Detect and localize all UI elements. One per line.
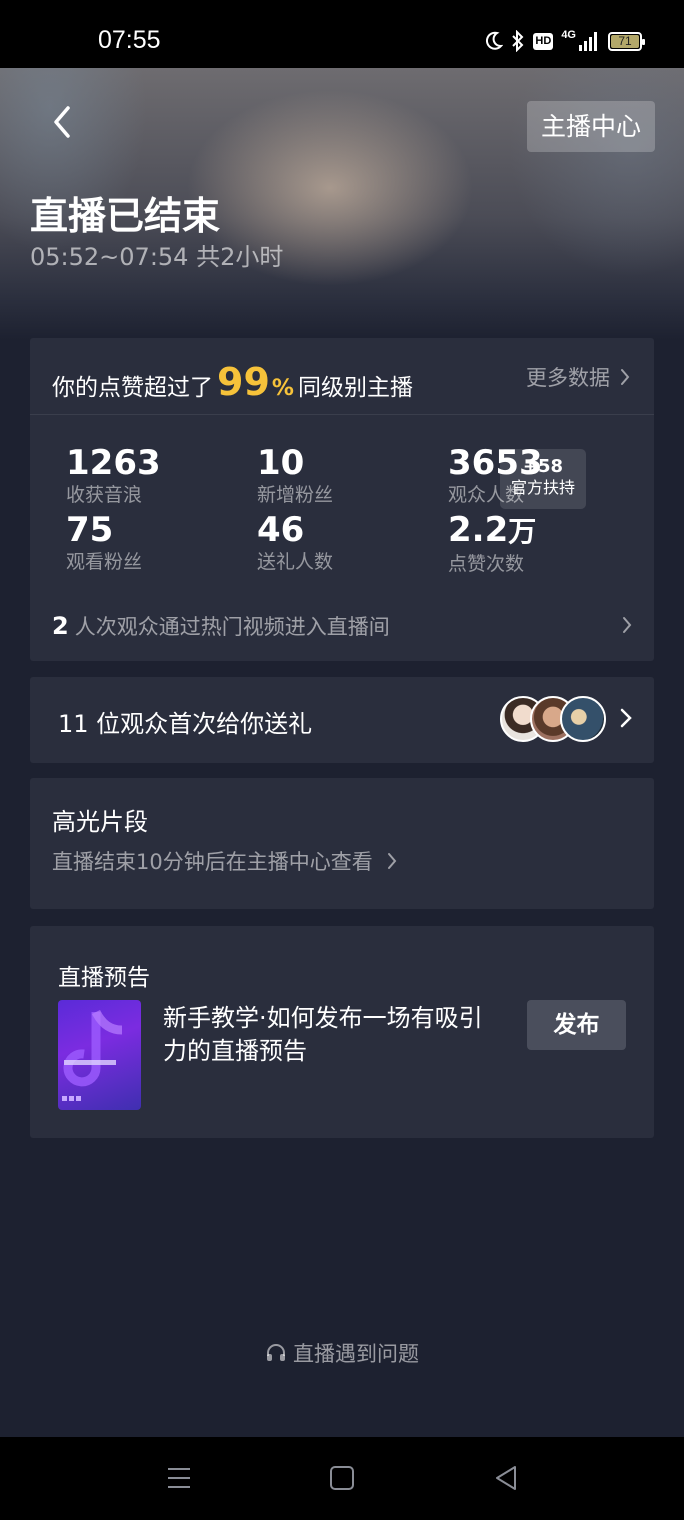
stat-label: 观看粉丝 xyxy=(66,551,143,573)
menu-icon[interactable] xyxy=(166,1463,192,1493)
hd-badge: HD xyxy=(533,32,554,50)
likes-comparison-row[interactable]: 你的点赞超过了 99 % 同级别主播 更多数据 xyxy=(30,338,654,415)
official-support-badge: +58 官方扶持 xyxy=(500,449,586,509)
stat-unit: 万 xyxy=(508,515,537,548)
stat-sound-waves: 1263 收获音浪 xyxy=(66,443,161,507)
highlights-subtitle-row: 直播结束10分钟后在主播中心查看 xyxy=(52,846,397,876)
status-icons: HD 4G 71 xyxy=(485,29,645,52)
stat-gift-senders: 46 送礼人数 xyxy=(257,510,333,574)
page-title: 直播已结束 xyxy=(30,194,221,238)
more-data-link[interactable]: 更多数据 xyxy=(526,362,630,392)
stat-value: 75 xyxy=(66,510,114,550)
live-problem-label: 直播遇到问题 xyxy=(293,1342,419,1366)
first-gift-card[interactable]: 11 位观众首次给你送礼 xyxy=(30,677,654,763)
official-support-label: 官方扶持 xyxy=(510,478,575,497)
signal-icon xyxy=(579,32,597,51)
tutorial-thumbnail[interactable] xyxy=(58,1000,141,1110)
stat-label: 新增粉丝 xyxy=(257,484,334,506)
likes-suffix: 同级别主播 xyxy=(297,375,413,401)
stat-number: 2.2 xyxy=(448,510,509,550)
official-support-value: +58 xyxy=(522,456,564,477)
network-type: 4G xyxy=(561,29,576,41)
chevron-left-icon xyxy=(54,106,70,138)
stat-value: 1263 xyxy=(66,443,161,483)
back-triangle-icon[interactable] xyxy=(493,1463,519,1493)
stat-value: 46 xyxy=(257,510,305,550)
chevron-right-icon xyxy=(387,853,397,869)
highlights-subtitle: 直播结束10分钟后在主播中心查看 xyxy=(52,850,373,874)
hot-video-text: 人次观众通过热门视频进入直播间 xyxy=(74,615,390,639)
avatar xyxy=(560,696,606,742)
highlights-title: 高光片段 xyxy=(52,808,148,836)
stat-label: 收获音浪 xyxy=(66,484,143,506)
live-problem-link[interactable]: 直播遇到问题 xyxy=(0,1338,684,1368)
stat-value: 10 xyxy=(257,443,305,483)
first-gift-text: 11 位观众首次给你送礼 xyxy=(58,710,313,738)
more-data-label: 更多数据 xyxy=(526,366,610,390)
do-not-disturb-moon-icon xyxy=(486,31,504,50)
stat-likes: 2.2万 点赞次数 xyxy=(448,510,536,576)
headset-icon xyxy=(267,1344,285,1361)
stat-watching-fans: 75 观看粉丝 xyxy=(66,510,142,574)
stat-value: 2.2万 xyxy=(448,510,536,552)
live-time-range: 05:52~07:54 共2小时 xyxy=(30,243,284,271)
anchor-center-button[interactable]: 主播中心 xyxy=(527,101,655,152)
chevron-right-icon xyxy=(621,369,630,385)
gift-avatar-group xyxy=(500,696,610,744)
chevron-right-icon xyxy=(623,617,632,633)
likes-comparison-text: 你的点赞超过了 99 % 同级别主播 xyxy=(52,360,413,404)
back-button[interactable] xyxy=(44,102,80,142)
likes-prefix: 你的点赞超过了 xyxy=(52,375,213,401)
bluetooth-icon xyxy=(512,30,524,52)
stat-new-followers: 10 新增粉丝 xyxy=(257,443,333,507)
hot-video-entry-row[interactable]: 2 人次观众通过热门视频进入直播间 xyxy=(52,610,632,642)
stat-label: 点赞次数 xyxy=(448,553,525,575)
likes-percent-sign: % xyxy=(271,376,294,401)
stat-label: 送礼人数 xyxy=(257,551,334,573)
tutorial-description[interactable]: 新手教学·如何发布一场有吸引力的直播预告 xyxy=(163,1002,493,1068)
live-preview-card: 直播预告 新手教学·如何发布一场有吸引力的直播预告 发布 xyxy=(30,926,654,1138)
battery-level: 71 xyxy=(611,34,639,48)
chevron-right-icon xyxy=(620,708,632,728)
hot-video-count: 2 xyxy=(52,612,69,640)
likes-percent: 99 xyxy=(217,360,270,404)
system-navigation-bar xyxy=(0,1437,684,1520)
status-time: 07:55 xyxy=(98,26,161,54)
battery-icon: 71 xyxy=(608,31,645,51)
live-preview-title: 直播预告 xyxy=(58,965,150,991)
publish-button[interactable]: 发布 xyxy=(527,1000,626,1050)
status-bar: 07:55 HD 4G 71 xyxy=(0,0,684,68)
highlights-card[interactable]: 高光片段 直播结束10分钟后在主播中心查看 xyxy=(30,778,654,909)
tiktok-logo-icon xyxy=(62,1009,123,1101)
home-square-icon[interactable] xyxy=(329,1463,355,1493)
